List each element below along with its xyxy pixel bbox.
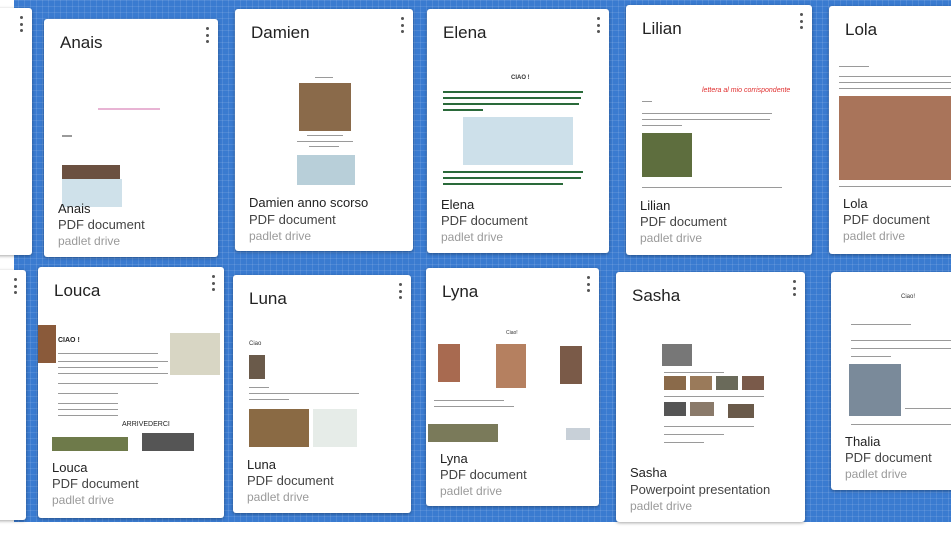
document-preview [630, 338, 791, 454]
post-name: Anais [58, 201, 91, 216]
attachment-type: PDF document [249, 212, 336, 227]
attachment-source: padlet drive [52, 493, 115, 507]
post-name: Lyna [440, 451, 468, 466]
attachment-source: padlet drive [640, 231, 703, 245]
post-card-lilian[interactable]: Lilian lettera al mio corrispondente Lil… [626, 5, 812, 255]
more-vert-icon[interactable] [208, 273, 218, 293]
post-card-thalia[interactable]: Ciao! Thalia PDF document padlet drive [831, 272, 951, 490]
attachment-source: padlet drive [441, 230, 504, 244]
attachment-source: padlet drive [630, 499, 693, 513]
document-preview [58, 75, 204, 207]
attachment-type: PDF document [440, 467, 527, 482]
post-card-elena[interactable]: Elena CIAO ! Elena PDF document padlet d… [427, 9, 609, 253]
preview-heading: Ciao [249, 341, 262, 347]
attachment-source: padlet drive [440, 484, 503, 498]
post-name: Louca [52, 460, 88, 475]
attachment-type: PDF document [843, 212, 930, 227]
attachment-type: PDF document [247, 473, 334, 488]
post-card-lyna[interactable]: Lyna Ciao! Lyna PDF document padlet driv… [426, 268, 599, 506]
document-preview: CIAO ! [441, 71, 595, 187]
post-title: Luna [249, 289, 287, 308]
post-name: Damien anno scorso [249, 195, 369, 210]
attachment-type: Powerpoint presentation [630, 482, 771, 497]
post-card-sasha[interactable]: Sasha Sasha Powerpoint presentation padl… [616, 272, 805, 522]
post-title: Damien [251, 23, 310, 42]
attachment-source: padlet drive [58, 234, 121, 248]
more-vert-icon[interactable] [397, 15, 407, 35]
post-card-partial-top[interactable] [0, 8, 32, 255]
more-vert-icon[interactable] [16, 14, 26, 34]
attachment-source: padlet drive [247, 490, 310, 504]
post-title: Elena [443, 23, 487, 42]
post-card-damien[interactable]: Damien Damien anno scorso PDF document p… [235, 9, 413, 251]
post-title: Sasha [632, 286, 681, 305]
more-vert-icon[interactable] [202, 25, 212, 45]
padlet-board: Anais Anais PDF document padlet drive Da… [0, 0, 951, 533]
preview-heading: Ciao! [506, 330, 518, 336]
attachment-source: padlet drive [843, 229, 906, 243]
post-name: Sasha [630, 465, 667, 480]
post-name: Elena [441, 197, 475, 212]
post-name: Thalia [845, 434, 881, 449]
preview-heading: Ciao! [901, 294, 916, 300]
document-preview: Ciao! [426, 324, 599, 444]
preview-heading: lettera al mio corrispondente [702, 87, 791, 94]
more-vert-icon[interactable] [789, 278, 799, 298]
post-name: Luna [247, 457, 276, 472]
post-card-partial-bottom[interactable] [0, 270, 26, 520]
document-preview: lettera al mio corrispondente [640, 83, 798, 195]
preview-heading: CIAO ! [58, 337, 80, 344]
attachment-source: padlet drive [845, 467, 908, 481]
more-vert-icon[interactable] [796, 11, 806, 31]
attachment-type: PDF document [52, 476, 139, 491]
post-card-anais[interactable]: Anais Anais PDF document padlet drive [44, 19, 218, 257]
attachment-type: PDF document [845, 450, 932, 465]
post-card-luna[interactable]: Luna Ciao Luna PDF document padlet drive [233, 275, 411, 513]
more-vert-icon[interactable] [593, 15, 603, 35]
more-vert-icon[interactable] [10, 276, 20, 296]
attachment-type: PDF document [640, 214, 727, 229]
post-title: Lyna [442, 282, 479, 301]
post-card-lola[interactable]: Lola Lola PDF document padlet drive [829, 6, 951, 254]
preview-footer: ARRIVEDERCI [122, 421, 170, 428]
post-name: Lola [843, 196, 868, 211]
board-bottom-margin [0, 522, 951, 533]
attachment-type: PDF document [58, 217, 145, 232]
post-name: Lilian [640, 198, 671, 213]
more-vert-icon[interactable] [583, 274, 593, 294]
attachment-source: padlet drive [249, 229, 312, 243]
document-preview [249, 69, 399, 193]
document-preview: CIAO ! ARRIVEDERCI [38, 323, 222, 453]
attachment-type: PDF document [441, 213, 528, 228]
post-card-louca[interactable]: Louca CIAO ! ARRIVEDERCI Louca PDF docum… [38, 267, 224, 518]
post-title: Lola [845, 20, 878, 39]
post-title: Anais [60, 33, 103, 52]
document-preview: Ciao [247, 333, 397, 449]
post-title: Lilian [642, 19, 682, 38]
document-preview: Ciao! [841, 278, 951, 428]
post-title: Louca [54, 281, 101, 300]
preview-heading: CIAO ! [511, 75, 530, 81]
document-preview [839, 62, 951, 190]
more-vert-icon[interactable] [395, 281, 405, 301]
